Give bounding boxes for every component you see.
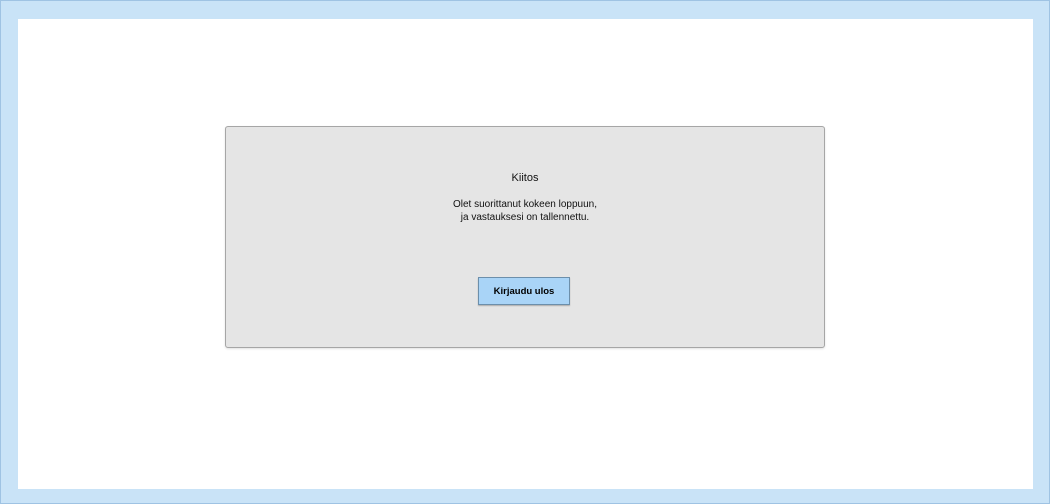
completion-dialog: Kiitos Olet suorittanut kokeen loppuun, … — [225, 126, 825, 348]
dialog-title: Kiitos — [511, 172, 539, 184]
message-line-1: Olet suorittanut kokeen loppuun, — [453, 199, 597, 210]
completion-message: Olet suorittanut kokeen loppuun, ja vast… — [226, 198, 824, 224]
application-frame: Kiitos Olet suorittanut kokeen loppuun, … — [0, 0, 1050, 504]
logout-button[interactable]: Kirjaudu ulos — [478, 277, 570, 305]
main-content: Kiitos Olet suorittanut kokeen loppuun, … — [18, 19, 1033, 489]
message-line-2: ja vastauksesi on tallennettu. — [460, 212, 590, 223]
